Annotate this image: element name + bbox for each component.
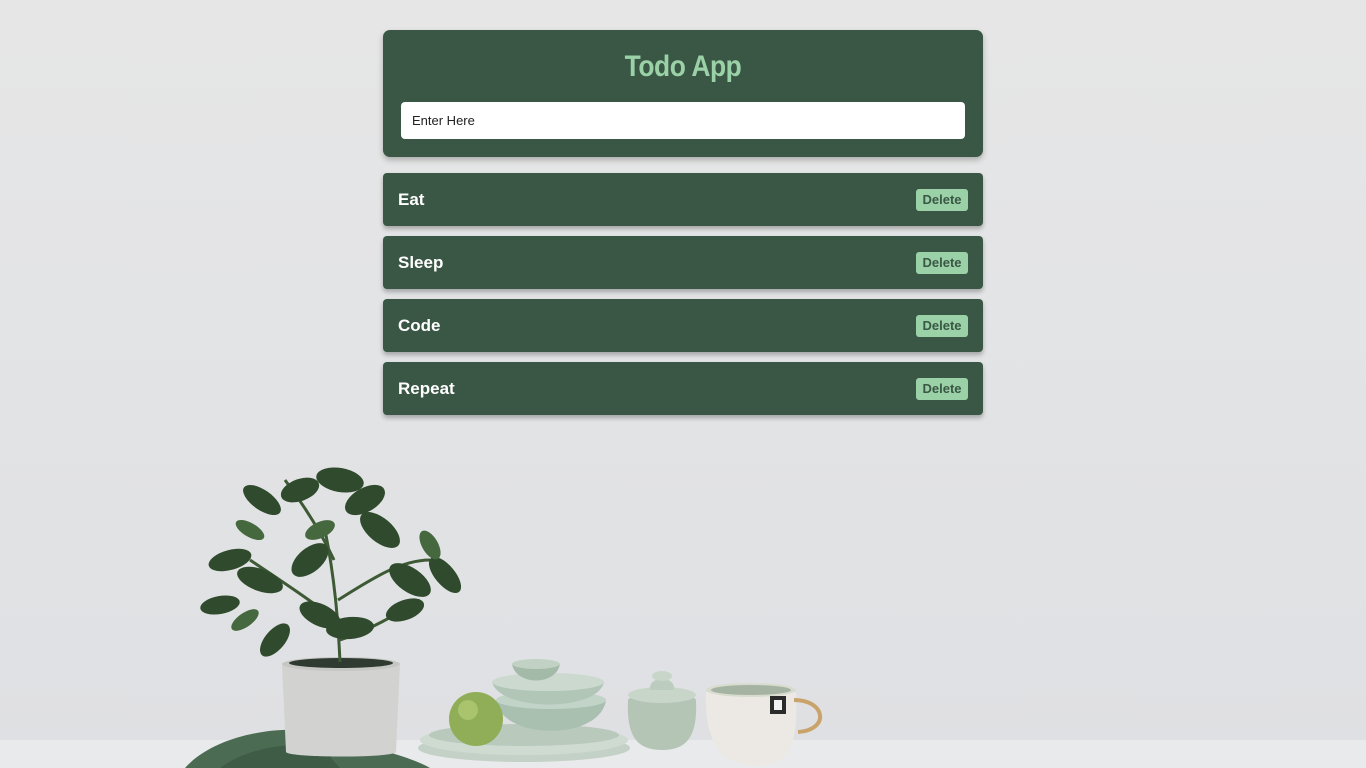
delete-button[interactable]: Delete [916,377,968,400]
todo-item-text: Sleep [398,252,444,272]
todo-item-text: Code [398,315,441,335]
todo-item-code: Code Delete [383,299,983,352]
delete-button[interactable]: Delete [916,314,968,337]
app-title: Todo App [624,50,742,83]
todo-list: Eat Delete Sleep Delete Code Delete Repe… [383,173,983,415]
todo-item-sleep: Sleep Delete [383,236,983,289]
delete-button[interactable]: Delete [916,188,968,211]
todo-item-repeat: Repeat Delete [383,362,983,415]
delete-button[interactable]: Delete [916,251,968,274]
todo-app: Todo App Eat Delete Sleep Delete Code De… [383,30,983,425]
todo-input[interactable] [401,102,965,139]
todo-item-text: Repeat [398,378,455,398]
todo-item-eat: Eat Delete [383,173,983,226]
todo-item-text: Eat [398,189,425,209]
app-header-card: Todo App [383,30,983,157]
